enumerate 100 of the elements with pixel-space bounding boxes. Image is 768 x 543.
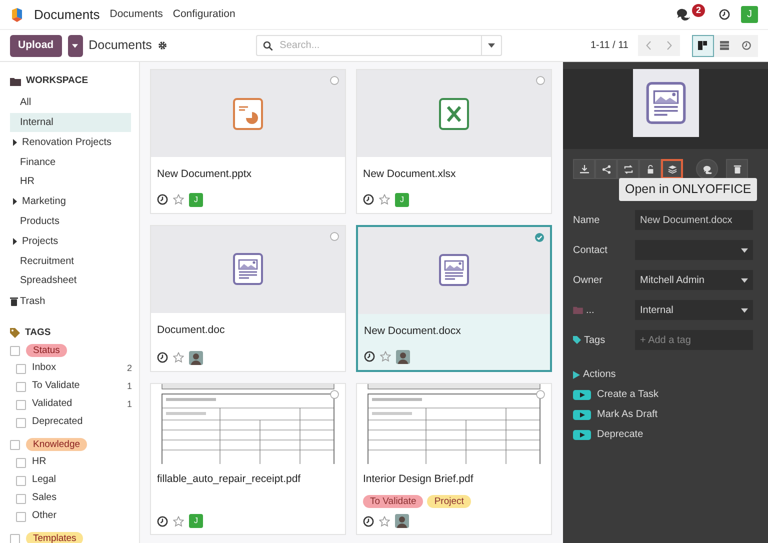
checkbox[interactable] (16, 458, 26, 468)
document-card[interactable]: New Document.xlsx J (356, 69, 552, 214)
clock-icon[interactable] (157, 194, 168, 206)
toolbar-button[interactable] (573, 159, 595, 179)
checkbox[interactable] (10, 440, 20, 450)
select-field[interactable]: Mitchell Admin (635, 270, 753, 290)
star-icon[interactable] (173, 516, 184, 527)
clock-icon[interactable] (718, 9, 730, 20)
action-link[interactable]: Mark As Draft (573, 407, 758, 422)
document-card[interactable]: fillable_auto_repair_receipt.pdf J (150, 382, 346, 536)
tag-label: Legal (32, 473, 56, 488)
selected-check-icon[interactable] (535, 232, 544, 242)
checkbox[interactable] (10, 346, 20, 356)
tag-label: To Validate (363, 495, 424, 508)
tag-label: Validated (32, 397, 72, 412)
owner-avatar[interactable] (396, 350, 410, 364)
owner-avatar[interactable] (395, 514, 409, 528)
folder-item[interactable]: Finance (10, 152, 131, 172)
clock-icon (742, 41, 752, 50)
star-icon[interactable] (379, 516, 390, 527)
checkbox[interactable] (16, 418, 26, 428)
star-icon[interactable] (173, 352, 184, 363)
document-file-icon (439, 254, 469, 286)
unlocked-lock-icon (646, 164, 654, 174)
clock-icon[interactable] (364, 351, 375, 362)
clock-icon[interactable] (363, 516, 374, 527)
select-circle[interactable] (536, 76, 545, 85)
chat-icon (702, 164, 712, 174)
document-card[interactable]: New Document.pptx J (150, 69, 346, 214)
document-card[interactable]: Document.doc (150, 224, 346, 372)
next-page-button[interactable] (659, 35, 680, 56)
tag-label: Inbox (32, 361, 56, 376)
tag-label: Project (427, 495, 471, 508)
checkbox[interactable] (16, 400, 26, 410)
tag-icon (10, 328, 20, 338)
trash-item[interactable]: Trash (10, 292, 139, 312)
checkbox[interactable] (16, 382, 26, 392)
chevron-right-icon (667, 41, 672, 50)
toolbar-button[interactable] (617, 159, 639, 179)
view-button[interactable] (692, 34, 714, 56)
checkbox[interactable] (16, 364, 26, 374)
trash-icon (10, 297, 18, 306)
checkbox[interactable] (16, 512, 26, 522)
star-icon[interactable] (380, 351, 391, 362)
select-circle[interactable] (330, 232, 339, 241)
app-title: Documents (34, 6, 100, 24)
input-field[interactable]: + Add a tag (635, 330, 753, 350)
action-link[interactable]: Create a Task (573, 387, 758, 402)
preview-thumbnail[interactable] (632, 69, 698, 137)
toolbar-button[interactable] (661, 159, 683, 179)
clock-icon[interactable] (157, 516, 168, 527)
upload-button[interactable]: Upload (10, 34, 62, 56)
star-icon[interactable] (379, 194, 390, 206)
field-label: Contact (573, 244, 608, 258)
toolbar-button[interactable] (696, 159, 718, 179)
checkbox[interactable] (16, 494, 26, 504)
select-circle[interactable] (330, 76, 339, 85)
breadcrumb: Documents (88, 37, 152, 54)
kanban-icon (698, 41, 708, 50)
toolbar-button[interactable] (639, 159, 661, 179)
upload-dropdown-button[interactable] (68, 34, 83, 56)
document-card[interactable]: Interior Design Brief.pdf To Validate Project (356, 382, 552, 536)
menu-item[interactable]: Configuration (172, 6, 236, 22)
chevron-left-icon (646, 41, 652, 50)
checkbox[interactable] (10, 534, 20, 543)
caret-icon (13, 198, 17, 206)
folder-item[interactable]: Recruitment (10, 251, 131, 271)
tag-label: Other (32, 509, 57, 524)
folder-item[interactable]: HR (10, 172, 131, 192)
clock-icon[interactable] (363, 194, 374, 206)
input-field[interactable]: New Document.docx (635, 210, 753, 230)
folder-item[interactable]: Spreadsheet (10, 270, 131, 291)
folder-item[interactable]: All (10, 92, 131, 113)
clock-icon[interactable] (157, 352, 168, 363)
play-icon (573, 430, 591, 440)
play-icon (573, 390, 591, 400)
field-label: Tags (584, 334, 606, 348)
folder-item[interactable]: Renovation Projects (10, 132, 131, 152)
tag-group-label: Knowledge (26, 438, 88, 452)
presentation-file-icon (233, 98, 263, 130)
caret-icon (13, 238, 17, 245)
search-box[interactable]: Search... (256, 35, 502, 56)
gear-icon[interactable] (158, 41, 167, 50)
star-icon[interactable] (173, 194, 184, 206)
chat-icon[interactable] (676, 8, 691, 21)
menu-item[interactable]: Documents (110, 6, 163, 22)
folder-item[interactable]: Internal (10, 112, 131, 132)
select-field[interactable]: Internal (635, 300, 753, 320)
action-link[interactable]: Deprecate (573, 427, 758, 442)
folder-item[interactable]: Marketing (10, 192, 131, 212)
toolbar-button[interactable] (726, 159, 748, 179)
toolbar-button[interactable] (595, 159, 617, 179)
folder-item[interactable]: Products (10, 212, 131, 232)
document-card[interactable]: New Document.docx (356, 224, 552, 372)
checkbox[interactable] (16, 476, 26, 486)
folder-item[interactable]: Projects (10, 231, 131, 252)
owner-avatar[interactable] (189, 350, 203, 364)
tag-label: Sales (32, 491, 57, 506)
tag-count: 2 (126, 362, 132, 375)
select-field[interactable] (635, 240, 753, 260)
